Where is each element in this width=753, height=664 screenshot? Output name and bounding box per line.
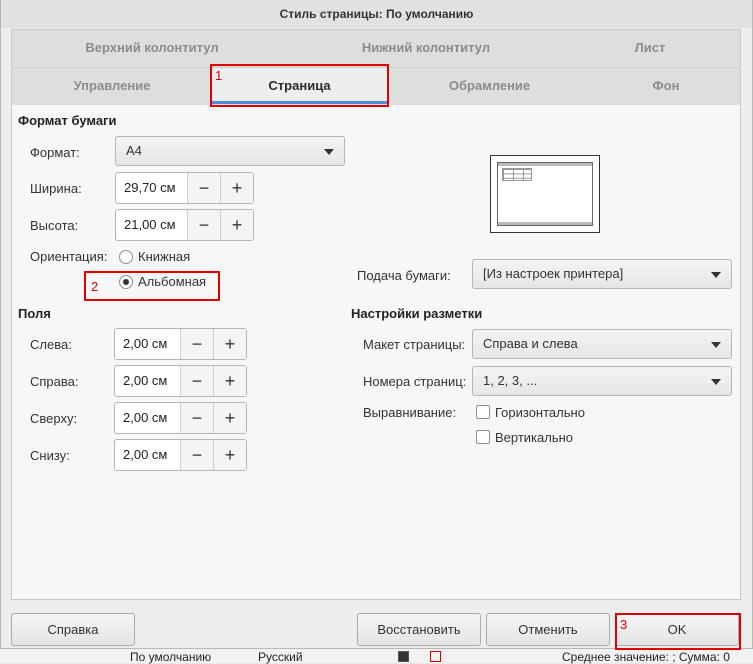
help-button[interactable]: Справка: [11, 613, 135, 646]
width-value: 29,70 см: [124, 180, 176, 195]
margin-right-label: Справа:: [30, 374, 79, 389]
margin-right-spinbox[interactable]: 2,00 см − +: [114, 365, 247, 397]
margin-top-increase-button[interactable]: +: [213, 403, 246, 433]
format-value: A4: [126, 143, 142, 158]
annotation-number: 2: [91, 279, 99, 294]
height-decrease-button[interactable]: −: [187, 210, 220, 240]
chevron-down-icon: [711, 379, 721, 385]
margin-bottom-label: Снизу:: [30, 448, 70, 463]
orientation-label: Ориентация:: [30, 249, 108, 264]
page-preview: [490, 155, 600, 233]
tab-header[interactable]: Верхний колонтитул: [12, 30, 292, 66]
page-numbers-value: 1, 2, 3, ...: [483, 373, 538, 388]
width-spinbox[interactable]: 29,70 см − +: [115, 172, 254, 204]
margin-left-label: Слева:: [30, 337, 72, 352]
portrait-label[interactable]: Книжная: [138, 249, 190, 264]
tab-background[interactable]: Фон: [592, 68, 740, 104]
margins-heading: Поля: [18, 306, 51, 321]
height-increase-button[interactable]: +: [220, 210, 253, 240]
margin-left-decrease-button[interactable]: −: [180, 329, 213, 359]
paper-tray-label: Подача бумаги:: [357, 268, 451, 283]
status-bar: По умолчанию Русский Среднее значение: ;…: [0, 648, 753, 664]
page-numbers-label: Номера страниц:: [363, 374, 467, 389]
page-layout-value: Справа и слева: [483, 336, 578, 351]
format-label: Формат:: [30, 145, 80, 160]
status-sum: Среднее значение: ; Сумма: 0: [562, 650, 730, 664]
margin-right-value: 2,00 см: [123, 373, 168, 388]
align-horizontal-label[interactable]: Горизонтально: [495, 405, 585, 420]
layout-settings-heading: Настройки разметки: [351, 306, 483, 321]
width-label: Ширина:: [30, 181, 82, 196]
tab-footer[interactable]: Нижний колонтитул: [292, 30, 560, 66]
alignment-label: Выравнивание:: [363, 405, 457, 420]
margin-left-spinbox[interactable]: 2,00 см − +: [114, 328, 247, 360]
status-language: Русский: [258, 650, 303, 664]
annotation-number: 1: [215, 68, 223, 83]
paper-format-heading: Формат бумаги: [18, 113, 117, 128]
margin-left-increase-button[interactable]: +: [213, 329, 246, 359]
status-page-style: По умолчанию: [130, 650, 212, 664]
portrait-radio[interactable]: [119, 250, 133, 264]
height-label: Высота:: [30, 218, 79, 233]
format-dropdown[interactable]: A4: [115, 136, 345, 166]
margin-bottom-spinbox[interactable]: 2,00 см − +: [114, 439, 247, 471]
height-spinbox[interactable]: 21,00 см − +: [115, 209, 254, 241]
margin-top-decrease-button[interactable]: −: [180, 403, 213, 433]
align-vertical-label[interactable]: Вертикально: [495, 430, 573, 445]
margin-right-decrease-button[interactable]: −: [180, 366, 213, 396]
width-increase-button[interactable]: +: [220, 173, 253, 203]
margin-top-label: Сверху:: [30, 411, 78, 426]
dialog-title: Стиль страницы: По умолчанию: [1, 0, 752, 28]
doc-modified-icon: [430, 651, 441, 662]
page-numbers-dropdown[interactable]: 1, 2, 3, ...: [472, 366, 732, 396]
align-vertical-checkbox[interactable]: [476, 430, 490, 444]
reset-button[interactable]: Восстановить: [357, 613, 481, 646]
margin-right-increase-button[interactable]: +: [213, 366, 246, 396]
annotation-number: 3: [620, 617, 628, 632]
annotation-box-landscape: [84, 271, 220, 301]
page-layout-label: Макет страницы:: [363, 337, 466, 352]
preview-sheet: [497, 162, 593, 226]
margin-left-value: 2,00 см: [123, 336, 168, 351]
preview-header-band: [498, 163, 592, 166]
tab-borders[interactable]: Обрамление: [387, 68, 592, 104]
tab-sheet[interactable]: Лист: [560, 30, 740, 66]
selection-mode-icon: [398, 651, 409, 662]
margin-bottom-decrease-button[interactable]: −: [180, 440, 213, 470]
margin-bottom-value: 2,00 см: [123, 447, 168, 462]
cancel-button[interactable]: Отменить: [486, 613, 610, 646]
preview-footer-band: [498, 222, 592, 225]
height-value: 21,00 см: [124, 217, 176, 232]
annotation-box-page-tab: [210, 64, 389, 107]
page-layout-dropdown[interactable]: Справа и слева: [472, 329, 732, 359]
width-decrease-button[interactable]: −: [187, 173, 220, 203]
align-horizontal-checkbox[interactable]: [476, 405, 490, 419]
page-style-dialog: Стиль страницы: По умолчанию Верхний кол…: [0, 0, 753, 650]
chevron-down-icon: [324, 149, 334, 155]
paper-tray-dropdown[interactable]: [Из настроек принтера]: [472, 259, 732, 289]
paper-tray-value: [Из настроек принтера]: [483, 266, 624, 281]
preview-grid: [502, 168, 532, 181]
margin-bottom-increase-button[interactable]: +: [213, 440, 246, 470]
chevron-down-icon: [711, 342, 721, 348]
margin-top-spinbox[interactable]: 2,00 см − +: [114, 402, 247, 434]
annotation-box-ok: [615, 613, 741, 650]
tab-organizer[interactable]: Управление: [12, 68, 212, 104]
margin-top-value: 2,00 см: [123, 410, 168, 425]
chevron-down-icon: [711, 272, 721, 278]
